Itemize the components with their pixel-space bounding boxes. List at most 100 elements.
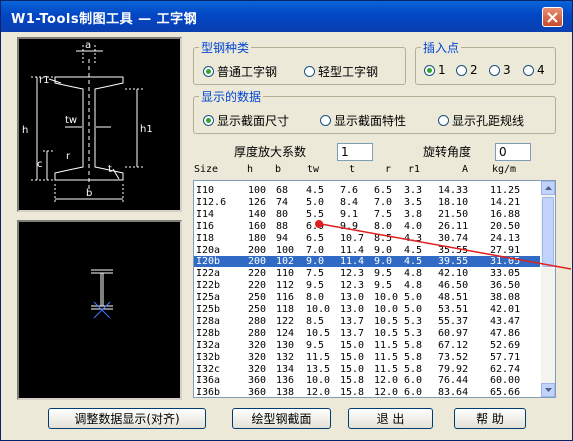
radio-show-properties[interactable]: 显示截面特性 (320, 112, 406, 129)
table-row[interactable]: I28a 280 122 8.5 13.7 10.5 5.3 55.37 43.47 (194, 316, 540, 327)
table-cell: 4.5 (306, 185, 325, 196)
table-row[interactable]: I36a 360 136 10.0 15.8 12.0 6.0 76.44 60.00 (194, 375, 540, 386)
table-cell: 10.0 (306, 375, 331, 387)
title-bar[interactable]: W1-Tools制图工具 — 工字钢 (1, 1, 572, 32)
table-row[interactable]: I28b 280 124 10.5 13.7 10.5 5.3 60.97 47.86 (194, 328, 540, 339)
table-cell: 13.7 (340, 315, 365, 327)
table-cell: 10.0 (374, 292, 399, 304)
radio-show-hole-spacing[interactable]: 显示孔距规线 (438, 112, 524, 129)
radio-standard-i-beam[interactable]: 普通工字钢 (203, 63, 277, 80)
scroll-down-button[interactable] (541, 383, 555, 397)
table-cell: 10.0 (374, 304, 399, 315)
table-cell: 100 (276, 244, 295, 256)
table-cell: I16 (196, 220, 215, 232)
table-cell: 11.25 (490, 185, 521, 196)
radio-indicator (203, 66, 214, 77)
table-cell: 140 (248, 208, 267, 220)
table-cell: 60.97 (438, 327, 469, 339)
dim-r-label: r (66, 151, 71, 162)
table-cell: 11.5 (374, 339, 399, 351)
table-cell: 65.66 (490, 387, 521, 398)
table-row[interactable]: I25a 250 116 8.0 13.0 10.0 5.0 48.51 38.08 (194, 292, 540, 303)
vertical-scrollbar[interactable] (541, 181, 555, 397)
adjust-display-button[interactable]: 调整数据显示(对齐) (48, 408, 206, 429)
table-row[interactable]: I32b 320 132 11.5 15.0 11.5 5.8 73.52 57.71 (194, 352, 540, 363)
table-cell: 13.0 (340, 292, 365, 304)
table-cell: 8.5 (306, 315, 325, 327)
table-cell: 48.51 (438, 292, 469, 304)
table-cell: 10.5 (374, 315, 399, 327)
table-row[interactable]: I32a 320 130 9.5 15.0 11.5 5.8 67.12 52.69 (194, 340, 540, 351)
table-cell: 15.0 (340, 363, 365, 375)
rotation-label: 旋转角度 (423, 145, 472, 159)
table-row[interactable]: I10 100 68 4.5 7.6 6.5 3.3 14.33 11.25 (194, 185, 540, 196)
table-cell: 46.50 (438, 280, 469, 292)
col-header-size: Size (194, 164, 219, 175)
close-button[interactable] (542, 7, 563, 27)
rotation-input[interactable]: 0 (495, 143, 531, 161)
table-cell: 8.0 (306, 292, 325, 304)
table-cell: 250 (248, 292, 267, 304)
table-cell: 15.0 (340, 351, 365, 363)
table-cell: 11.5 (374, 363, 399, 375)
radio-label: 1 (438, 63, 446, 77)
table-cell: I28b (196, 327, 221, 339)
table-cell: 14.33 (438, 185, 469, 196)
radio-insert-2[interactable]: 2 (456, 63, 478, 77)
section-data-list[interactable]: I10 100 68 4.5 7.6 6.5 3.3 14.33 11.25 I12.6 126 74… (193, 180, 556, 398)
radio-insert-1[interactable]: 1 (424, 63, 446, 77)
table-cell: I22a (196, 268, 221, 280)
thickness-factor-input[interactable]: 1 (337, 143, 373, 161)
table-cell: 116 (276, 292, 295, 304)
insert-point-group: 插入点 1 2 3 4 (415, 39, 556, 85)
table-cell: 320 (248, 363, 267, 375)
table-cell: 10.5 (374, 327, 399, 339)
radio-label: 显示孔距规线 (452, 114, 525, 128)
dim-b-label: b (86, 188, 92, 199)
col-header-b: b (275, 164, 282, 175)
dim-h1-label: h1 (140, 124, 153, 135)
radio-show-dimensions[interactable]: 显示截面尺寸 (203, 112, 289, 129)
table-cell: 126 (248, 196, 267, 208)
help-button[interactable]: 帮 助 (454, 408, 526, 429)
radio-light-i-beam[interactable]: 轻型工字钢 (304, 63, 378, 80)
radio-indicator (438, 115, 449, 126)
draw-section-button[interactable]: 绘型钢截面 (232, 408, 331, 429)
table-cell: 94 (276, 232, 289, 244)
exit-button[interactable]: 退 出 (348, 408, 433, 429)
scroll-up-button[interactable] (541, 181, 555, 195)
steel-type-group: 型钢种类 普通工字钢 轻型工字钢 (193, 39, 406, 85)
table-cell: 76.44 (438, 375, 469, 387)
table-cell: I20b (196, 256, 221, 268)
table-cell: 6.0 (404, 375, 423, 387)
close-icon (547, 11, 558, 23)
table-row[interactable]: I22b 220 112 9.5 12.3 9.5 4.8 46.50 36.50 (194, 280, 540, 291)
table-row[interactable]: I32c 320 134 13.5 15.0 11.5 5.8 79.92 62.74 (194, 364, 540, 375)
section-diagram: a r1 h tw h1 c r t b (17, 37, 182, 212)
radio-indicator (424, 64, 435, 76)
table-cell: 102 (276, 256, 295, 268)
table-cell: 55.37 (438, 315, 469, 327)
table-row[interactable]: I25b 250 118 10.0 13.0 10.0 5.0 53.51 42.01 (194, 304, 540, 315)
annotation-arrow-icon (315, 220, 572, 270)
dim-c-label: c (37, 159, 43, 170)
table-cell: 11.5 (374, 351, 399, 363)
table-cell: I18 (196, 232, 215, 244)
radio-label: 普通工字钢 (217, 65, 278, 79)
table-cell: 73.52 (438, 351, 469, 363)
table-cell: 132 (276, 351, 295, 363)
radio-insert-3[interactable]: 3 (489, 63, 511, 77)
radio-insert-4[interactable]: 4 (523, 63, 545, 77)
section-preview (17, 220, 182, 400)
table-cell: 7.6 (340, 185, 359, 196)
table-cell: 67.12 (438, 339, 469, 351)
table-cell: 118 (276, 304, 295, 315)
table-cell: 180 (248, 232, 267, 244)
table-row[interactable]: I12.6 126 74 5.0 8.4 7.0 3.5 18.10 14.21 (194, 197, 540, 208)
col-header-kgm: kg/m (492, 164, 517, 175)
table-row[interactable]: I36b 360 138 12.0 15.8 12.0 6.0 83.64 65.66 (194, 387, 540, 398)
table-cell: 100 (248, 185, 267, 196)
table-cell: 38.08 (490, 292, 521, 304)
col-header-r: r (385, 164, 392, 175)
table-cell: 15.0 (340, 339, 365, 351)
